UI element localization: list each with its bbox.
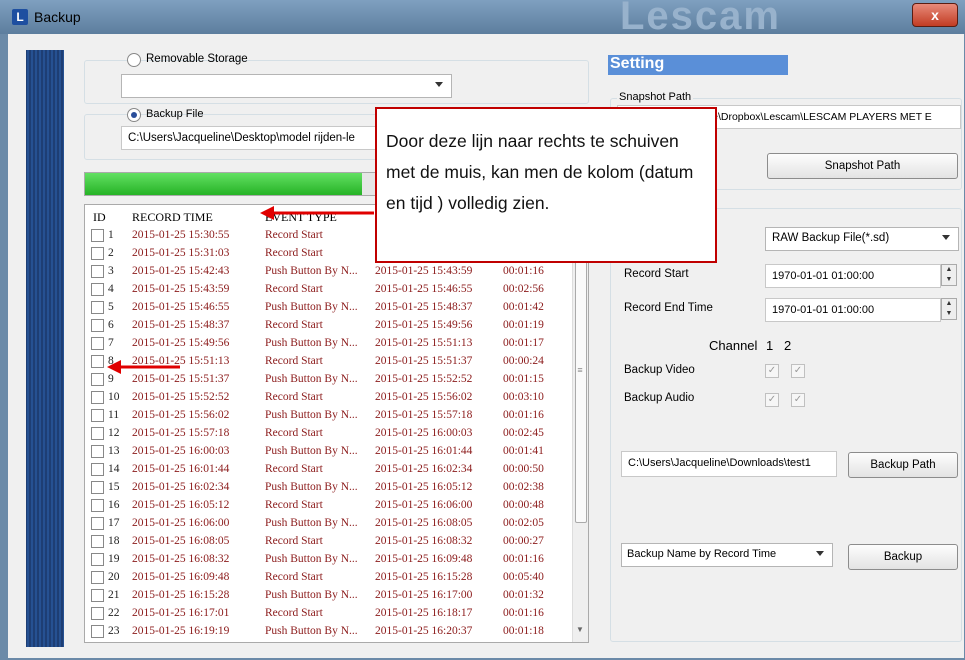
arrow-to-row-checkbox [107,360,180,374]
arrow-to-column-divider [260,206,374,220]
annotation-arrows [107,206,374,374]
